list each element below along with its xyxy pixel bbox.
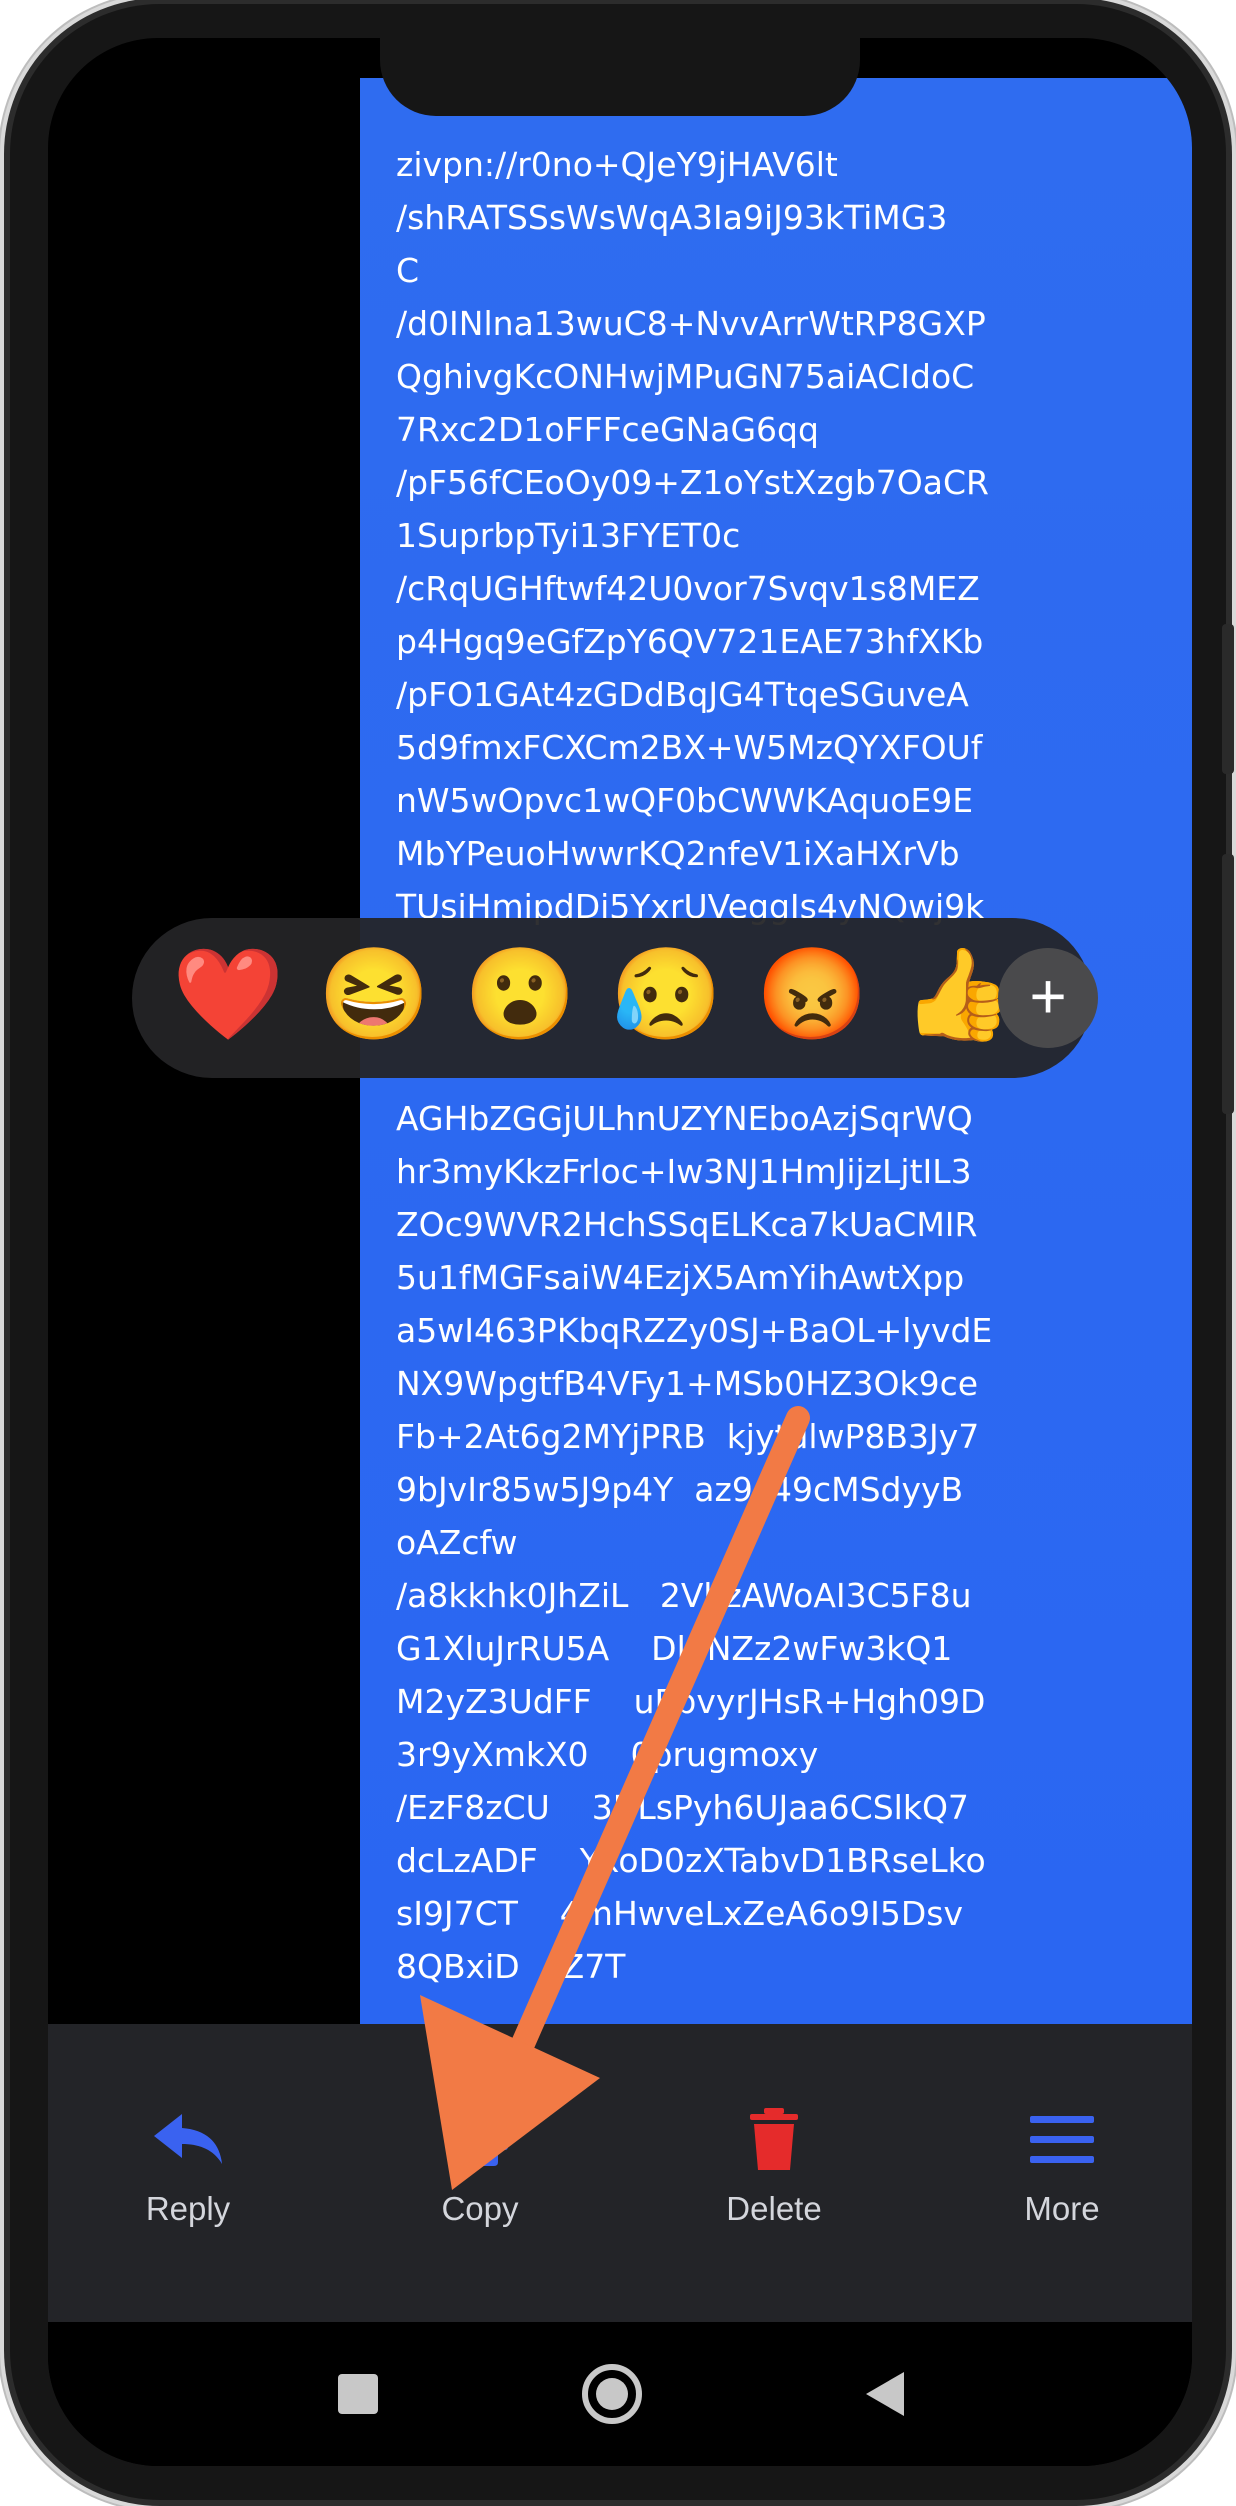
power-button (1222, 854, 1234, 1114)
reply-button[interactable]: Reply (78, 2108, 298, 2258)
delete-button[interactable]: Delete (664, 2108, 884, 2258)
screen: zivpn://r0no+QJeY9jHAV6lt /shRATSSsWsWqA… (48, 38, 1192, 2466)
reply-icon (154, 2114, 222, 2164)
reaction-thumbs-up[interactable]: 👍 (902, 940, 1014, 1050)
message-action-bar: Reply Copy Delete More (48, 2024, 1192, 2322)
phone-frame: zivpn://r0no+QJeY9jHAV6lt /shRATSSsWsWqA… (10, 4, 1234, 2500)
reaction-bar: ❤️ 😆 😮 😥 😡 👍 + (132, 918, 1098, 1078)
reaction-wow[interactable]: 😮 (464, 940, 576, 1050)
home-icon[interactable] (574, 2356, 650, 2432)
volume-button (1222, 624, 1234, 774)
camera-notch (380, 38, 860, 116)
reaction-heart[interactable]: ❤️ (172, 940, 284, 1050)
trash-icon (750, 2108, 798, 2170)
reaction-angry[interactable]: 😡 (756, 940, 868, 1050)
reply-label: Reply (145, 2190, 231, 2227)
copy-button[interactable]: Copy (370, 2108, 590, 2258)
system-navigation-bar (48, 2322, 1192, 2466)
more-reactions-button[interactable]: + (998, 948, 1098, 1048)
reaction-laugh[interactable]: 😆 (318, 940, 430, 1050)
copy-label: Copy (441, 2190, 519, 2227)
reaction-sad[interactable]: 😥 (610, 940, 722, 1050)
copy-icon (450, 2110, 508, 2166)
more-button[interactable]: More (952, 2108, 1172, 2258)
recent-apps-icon[interactable] (320, 2356, 396, 2432)
menu-icon (1030, 2116, 1094, 2163)
more-label: More (1024, 2190, 1100, 2227)
back-icon[interactable] (848, 2356, 924, 2432)
delete-label: Delete (726, 2190, 822, 2227)
